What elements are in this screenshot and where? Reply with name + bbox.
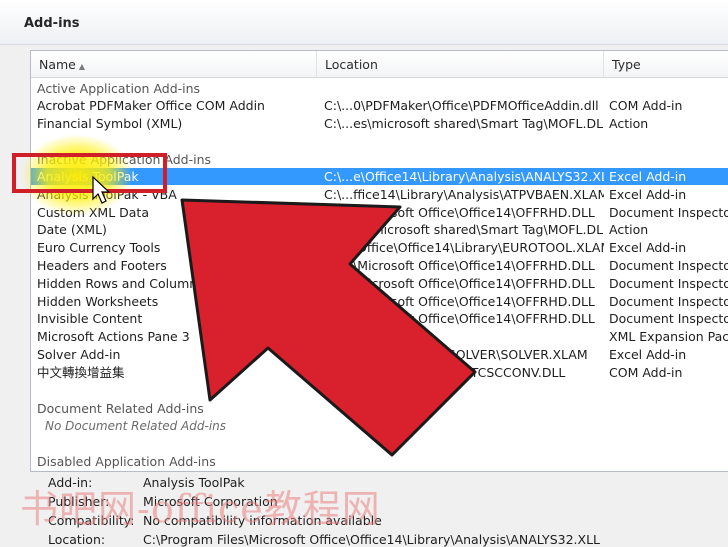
watermark-text: 书吧网-office教程网 — [20, 487, 381, 531]
mouse-pointer-icon — [92, 175, 111, 204]
pointer-arrow-overlay — [92, 175, 477, 457]
big-arrow-shape — [180, 198, 477, 457]
